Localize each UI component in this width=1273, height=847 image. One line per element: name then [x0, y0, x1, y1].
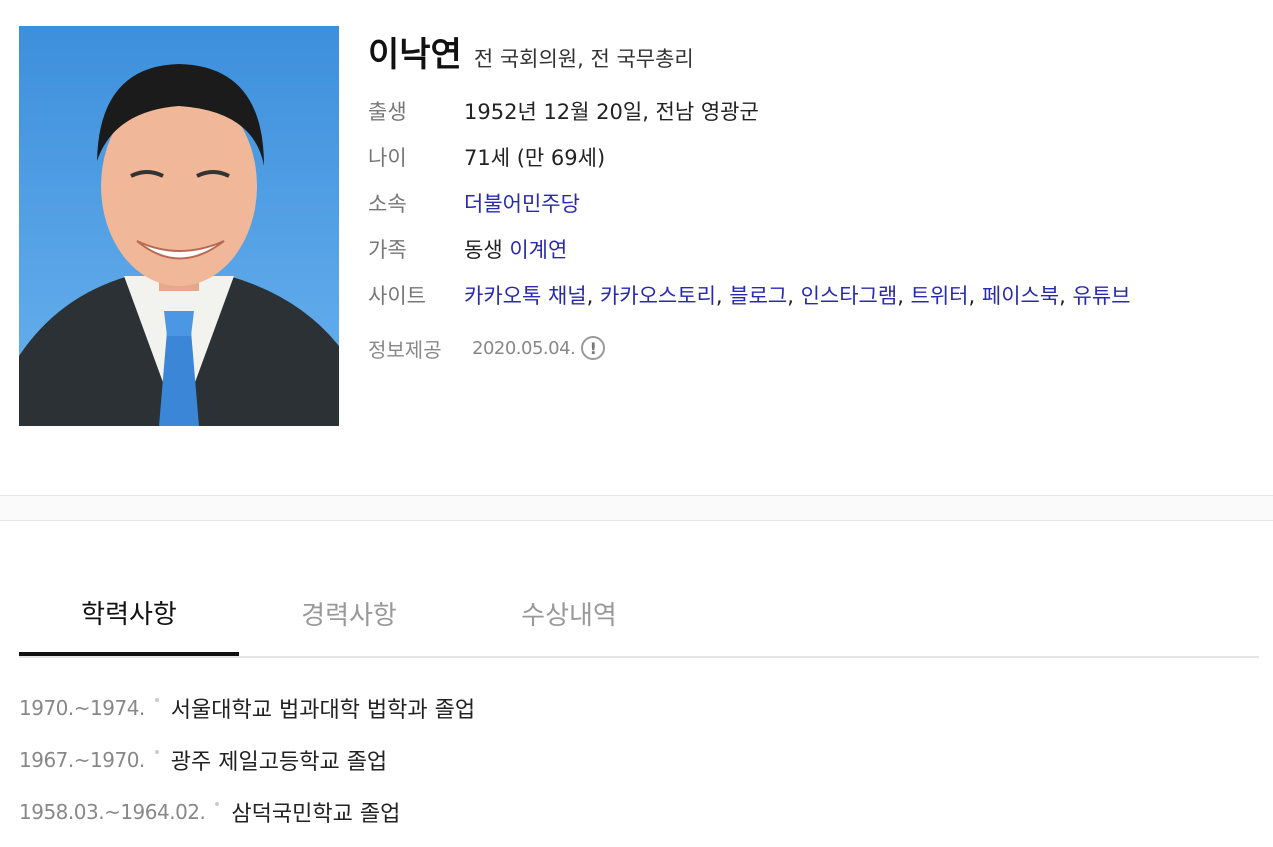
family-label: 가족 — [368, 238, 407, 262]
tab-awards[interactable]: 수상내역 — [459, 572, 679, 654]
bullet-dot — [154, 698, 159, 702]
profile-header: 이낙연 전 국회의원, 전 국무총리 — [368, 27, 694, 76]
education-description: 광주 제일고등학교 졸업 — [170, 750, 388, 775]
family-relation: 동생 — [464, 238, 503, 262]
profile-info: 출생 1952년 12월 20일, 전남 영광군 나이 71세 (만 69세) … — [368, 92, 1263, 371]
info-row-sites: 사이트 카카오톡 채널, 카카오스토리, 블로그, 인스타그램, 트위터, 페이… — [368, 276, 1263, 319]
info-row-birth: 출생 1952년 12월 20일, 전남 영광군 — [368, 92, 1263, 132]
site-link-blog[interactable]: 블로그 — [729, 284, 787, 308]
site-link-kakaostory[interactable]: 카카오스토리 — [600, 284, 716, 308]
tab-career[interactable]: 경력사항 — [239, 572, 459, 654]
education-description: 삼덕국민학교 졸업 — [231, 802, 401, 827]
person-subtitle: 전 국회의원, 전 국무총리 — [473, 47, 694, 71]
birth-value: 1952년 12월 20일, 전남 영광군 — [464, 100, 759, 124]
education-list: 1970.~1974. 서울대학교 법과대학 법학과 졸업 1967.~1970… — [19, 682, 475, 838]
info-row-age: 나이 71세 (만 69세) — [368, 138, 1263, 178]
info-source: 정보제공 2020.05.04. ! — [368, 325, 1263, 371]
sites-links: 카카오톡 채널, 카카오스토리, 블로그, 인스타그램, 트위터, 페이스북, … — [464, 284, 1131, 308]
party-link[interactable]: 더불어민주당 — [464, 192, 580, 216]
list-item: 1958.03.~1964.02. 삼덕국민학교 졸업 — [19, 786, 475, 838]
party-label: 소속 — [368, 192, 407, 216]
person-name: 이낙연 — [368, 35, 462, 75]
birth-label: 출생 — [368, 100, 407, 124]
site-link-youtube[interactable]: 유튜브 — [1073, 284, 1131, 308]
family-member-link[interactable]: 이계연 — [509, 238, 567, 262]
exclamation-circle-icon[interactable]: ! — [581, 336, 606, 360]
age-value: 71세 (만 69세) — [464, 146, 606, 170]
profile-photo[interactable] — [19, 26, 339, 426]
education-period: 1967.~1970. — [19, 748, 145, 772]
list-item: 1967.~1970. 광주 제일고등학교 졸업 — [19, 734, 475, 786]
source-label: 정보제공 — [368, 337, 442, 362]
info-row-family: 가족 동생 이계연 — [368, 230, 1263, 270]
age-label: 나이 — [368, 146, 407, 170]
section-divider — [0, 495, 1273, 521]
site-link-kakaotalk-channel[interactable]: 카카오톡 채널 — [464, 284, 587, 308]
education-period: 1958.03.~1964.02. — [19, 800, 206, 824]
info-row-party: 소속 더불어민주당 — [368, 184, 1263, 224]
education-period: 1970.~1974. — [19, 696, 145, 720]
list-item: 1970.~1974. 서울대학교 법과대학 법학과 졸업 — [19, 682, 475, 734]
profile-tabs: 학력사항 경력사항 수상내역 — [19, 572, 1259, 658]
sites-label: 사이트 — [368, 284, 426, 308]
bullet-dot — [215, 802, 220, 806]
site-link-instagram[interactable]: 인스타그램 — [801, 284, 898, 308]
source-date: 2020.05.04. — [472, 337, 576, 359]
education-description: 서울대학교 법과대학 법학과 졸업 — [170, 698, 476, 723]
tab-education[interactable]: 학력사항 — [19, 572, 239, 656]
site-link-facebook[interactable]: 페이스북 — [982, 284, 1059, 308]
site-link-twitter[interactable]: 트위터 — [911, 284, 969, 308]
bullet-dot — [154, 750, 159, 754]
